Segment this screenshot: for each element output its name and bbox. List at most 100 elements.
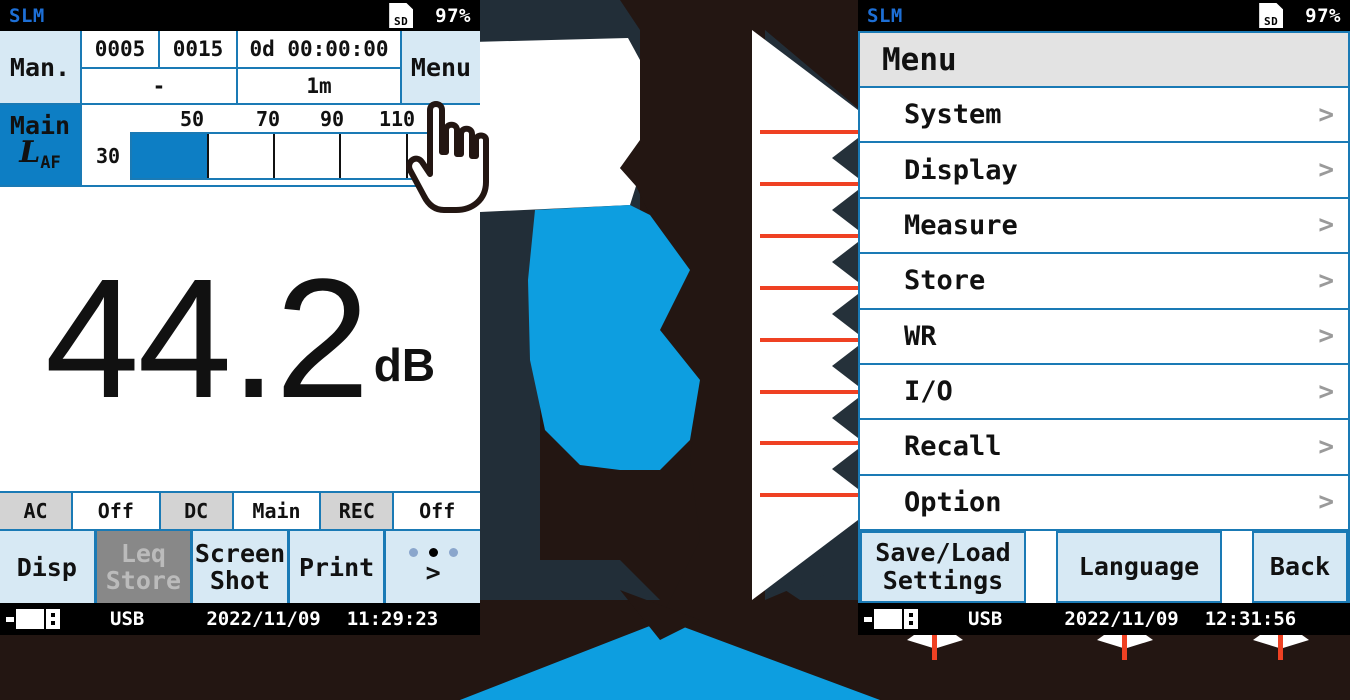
softkey-gap [1026,531,1056,603]
menu-item-measure[interactable]: Measure > [860,198,1348,255]
menu-item-io[interactable]: I/O > [860,364,1348,421]
leader-line-wr [760,338,860,342]
plug-pin [51,613,55,617]
chevron-right-icon: > [1318,431,1334,462]
left-status-bar: SLM SD 97% [0,0,480,31]
measurement-header-grid: Man. 0005 0015 0d 00:00:00 - 1m Menu [0,31,480,105]
right-footer-usb: USB [968,608,1003,630]
page-dots [408,548,458,557]
plug-pin [51,621,55,625]
page-dot-3 [448,548,458,557]
leader-line-measure [760,234,860,238]
menu-button[interactable]: Menu [402,31,480,103]
arrowhead-recall [832,449,858,489]
save-load-line1: Save/Load [875,538,1011,567]
address-number-field[interactable]: 0015 [160,31,238,67]
dash-field: - [82,69,238,103]
menu-item-io-label: I/O [904,376,953,408]
weighting-sub-glyph: AF [40,153,61,173]
softkey-leq-line2: Store [105,566,182,595]
softkey-print[interactable]: Print [289,531,387,603]
right-status-title: SLM [867,4,903,27]
menu-item-measure-label: Measure [904,209,1018,241]
header-middle: 0005 0015 0d 00:00:00 - 1m [82,31,402,103]
reading-unit: dB [373,339,436,391]
level-bar-fill [132,134,207,178]
menu-item-system[interactable]: System > [860,88,1348,144]
tick-50: 50 [179,107,205,131]
softkey-next-page[interactable]: > [386,531,480,603]
primary-reading-area: 44.2 dB [0,187,480,493]
menu-item-store[interactable]: Store > [860,254,1348,310]
plug-pins [46,609,60,629]
menu-item-option[interactable]: Option > [860,475,1348,531]
chevron-right-icon: > [1318,155,1334,186]
power-plug-icon [6,609,60,629]
leader-line-display [760,182,860,186]
measure-mode-button[interactable]: Man. [0,31,82,103]
softkey-disp[interactable]: Disp [0,531,97,603]
softkey-language[interactable]: Language [1056,531,1222,603]
slm-menu-screen: SLM SD 97% Menu System > Display > Measu… [858,0,1350,635]
left-footer-time: 11:29:23 [346,608,439,630]
header-row-bottom: - 1m [82,67,402,103]
softkey-screen-shot[interactable]: Screen Shot [193,531,290,603]
page-dot-1 [408,548,418,557]
plug-body [16,609,44,629]
tick-70: 70 [255,107,281,131]
ac-output-value[interactable]: Off [73,493,161,529]
arrowhead-store [832,294,858,334]
menu-lcd: Menu System > Display > Measure > Store … [858,31,1350,603]
scale-min-label: 30 [96,144,121,168]
left-battery-percent: 97% [435,4,471,27]
softkey-gap [1222,531,1252,603]
softkey-save-load-settings[interactable]: Save/Load Settings [860,531,1026,603]
dc-output-value[interactable]: Main [233,493,322,529]
leader-line-system [760,130,860,134]
store-number-field[interactable]: 0005 [82,31,160,67]
softkey-back[interactable]: Back [1252,531,1348,603]
chevron-right-icon: > [1318,210,1334,241]
next-page-chevron: > [425,558,441,587]
softkey-leq-store[interactable]: Leq Store [96,531,194,603]
menu-item-wr-label: WR [904,320,937,352]
menu-item-display[interactable]: Display > [860,143,1348,199]
menu-item-system-label: System [904,99,1002,131]
softkey-screenshot-line2: Shot [209,566,271,595]
plug-pins [904,609,918,629]
save-load-line2: Settings [882,566,1004,595]
chevron-right-icon: > [1318,265,1334,296]
left-softkey-row: Disp Leq Store Screen Shot Print > [0,531,480,603]
dc-output-label: DC [160,493,234,529]
arrowhead-display [832,190,858,230]
left-status-title: SLM [9,4,45,27]
menu-item-recall-label: Recall [904,431,1002,463]
page-dot-2-active [428,548,438,557]
io-status-row: AC Off DC Main REC Off [0,493,481,531]
header-row-top: 0005 0015 0d 00:00:00 [82,31,402,67]
arrowhead-io [832,398,858,438]
menu-softkey-row: Save/Load Settings Language Back [860,531,1348,603]
interval-field[interactable]: 1m [238,69,402,103]
power-plug-icon [864,609,918,629]
menu-item-recall[interactable]: Recall > [860,420,1348,476]
elapsed-time-field: 0d 00:00:00 [238,31,402,67]
menu-page-title: Menu [860,31,1348,88]
rec-output-value[interactable]: Off [394,493,481,529]
right-footer-bar: USB 2022/11/09 12:31:56 [858,603,1350,635]
chevron-right-icon: > [1318,376,1334,407]
plug-tail [864,616,872,622]
menu-item-wr[interactable]: WR > [860,309,1348,365]
level-bar-segment [206,134,273,178]
weighting-l-glyph: L [19,135,41,170]
ac-output-label: AC [0,493,73,529]
left-footer-bar: USB 2022/11/09 11:29:23 [0,603,480,635]
leader-line-recall [760,441,860,445]
level-bar-segment [339,134,405,178]
arrowhead-wr [832,346,858,386]
menu-item-store-label: Store [904,265,986,297]
plug-pin [909,621,913,625]
channel-weighting-button[interactable]: Main LAF [0,105,82,185]
rec-output-label: REC [321,493,395,529]
plug-tail [6,616,14,622]
